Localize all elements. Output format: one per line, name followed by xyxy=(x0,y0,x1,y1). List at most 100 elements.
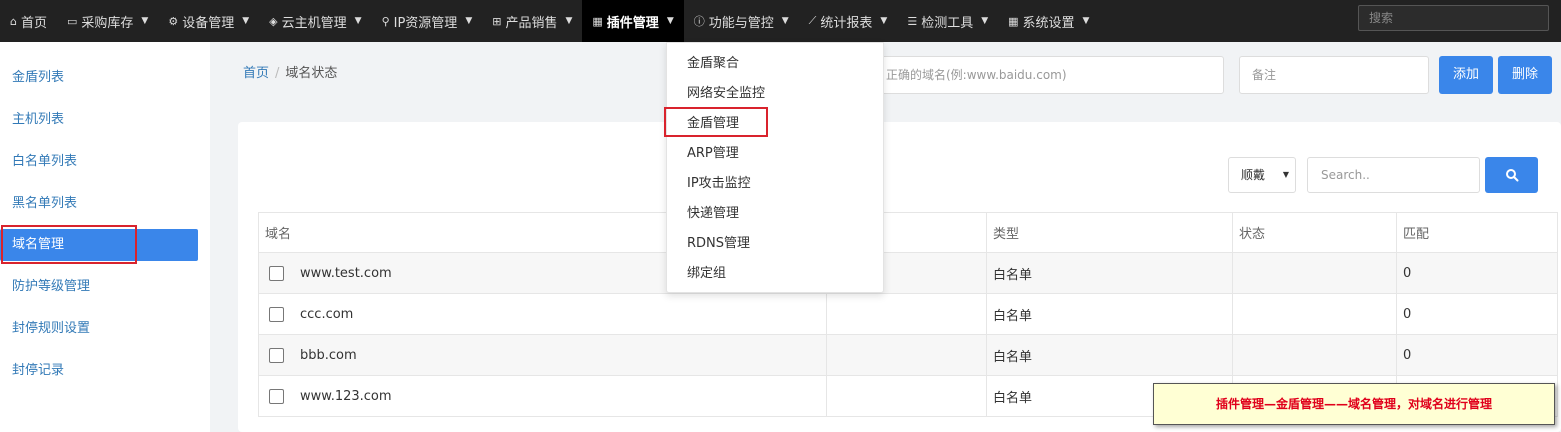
domain-cell: www.123.com xyxy=(258,375,827,417)
sidebar-item-jindun-list[interactable]: 金盾列表 xyxy=(0,62,198,94)
caret-down-icon: ▼ xyxy=(1282,170,1289,179)
domain-cell: ccc.com xyxy=(258,293,827,335)
plugin-management-dropdown: 金盾聚合 网络安全监控 金盾管理 ARP管理 IP攻击监控 快递管理 RDNS管… xyxy=(664,42,884,293)
chevron-down-icon: ▼ xyxy=(565,16,573,26)
nav-cloud-host-management[interactable]: ◈ 云主机管理 ▼ xyxy=(259,0,371,42)
row-checkbox[interactable] xyxy=(269,306,284,322)
row-checkbox[interactable] xyxy=(269,265,284,281)
chevron-down-icon: ▼ xyxy=(666,16,674,26)
nav-label: 设备管理 xyxy=(182,15,235,31)
status-cell xyxy=(1232,252,1397,294)
domain-text: bbb.com xyxy=(300,347,357,363)
nav-system-settings[interactable]: ▦ 系统设置 ▼ xyxy=(998,0,1099,42)
domain-text: www.test.com xyxy=(300,265,392,281)
sidebar: 金盾列表 主机列表 白名单列表 黑名单列表 域名管理 防护等级管理 封停规则设置… xyxy=(0,42,210,432)
nav-function-control[interactable]: ⓘ 功能与管控 ▼ xyxy=(684,0,799,42)
nav-label: 云主机管理 xyxy=(281,15,347,31)
map-marker-icon: ⚲ xyxy=(381,14,390,28)
column-header-type[interactable]: 类型 xyxy=(986,212,1233,253)
breadcrumb-current: 域名状态 xyxy=(285,66,338,81)
search-icon xyxy=(1505,169,1518,182)
sort-select[interactable]: 顺戴 ▼ xyxy=(1228,157,1296,193)
table-search-button[interactable] xyxy=(1485,157,1538,193)
nav-device-management[interactable]: ⚙ 设备管理 ▼ xyxy=(158,0,259,42)
nav-label: 系统设置 xyxy=(1022,15,1075,31)
status-cell xyxy=(1232,293,1397,335)
nav-label: 功能与管控 xyxy=(708,15,774,31)
row-checkbox[interactable] xyxy=(269,388,284,404)
match-cell: 0 xyxy=(1396,252,1558,294)
nav-label: 首页 xyxy=(20,15,47,31)
menu-item-jindun-aggregation[interactable]: 金盾聚合 xyxy=(687,52,739,76)
status-cell xyxy=(1232,334,1397,376)
row-checkbox[interactable] xyxy=(269,347,284,363)
blank-cell xyxy=(826,293,987,335)
domain-input-placeholder: 正确的域名(例:www.baidu.com) xyxy=(886,68,1067,82)
table-search-input[interactable]: Search.. xyxy=(1307,157,1480,193)
menu-item-ip-attack-monitor[interactable]: IP攻击监控 xyxy=(687,172,751,196)
blank-cell xyxy=(826,375,987,417)
remark-input[interactable]: 备注 xyxy=(1239,56,1429,94)
type-cell: 白名单 xyxy=(986,334,1233,376)
nav-search-input[interactable]: 搜索 xyxy=(1358,5,1549,31)
breadcrumb-separator: / xyxy=(275,66,280,81)
nav-label: 插件管理 xyxy=(606,15,659,31)
sidebar-item-blacklist[interactable]: 黑名单列表 xyxy=(0,188,198,220)
breadcrumb-home[interactable]: 首页 xyxy=(243,66,269,81)
menu-item-arp-management[interactable]: ARP管理 xyxy=(687,142,739,166)
nav-product-sales[interactable]: ⊞ 产品销售 ▼ xyxy=(482,0,582,42)
menu-item-bind-group[interactable]: 绑定组 xyxy=(687,262,726,286)
match-cell: 0 xyxy=(1396,334,1558,376)
list-icon: ☰ xyxy=(907,14,918,28)
line-chart-icon: ⟋ xyxy=(808,14,817,27)
hdd-icon: ▭ xyxy=(67,14,78,28)
menu-item-rdns-management[interactable]: RDNS管理 xyxy=(687,232,750,256)
column-header-status[interactable]: 状态 xyxy=(1232,212,1397,253)
nav-label: 统计报表 xyxy=(820,15,873,31)
nav-label: 采购库存 xyxy=(81,15,134,31)
sidebar-item-whitelist[interactable]: 白名单列表 xyxy=(0,146,198,178)
cog-icon: ⚙ xyxy=(168,14,179,28)
table-row: bbb.com 白名单 0 xyxy=(258,334,1558,376)
nav-ip-resource-management[interactable]: ⚲ IP资源管理 ▼ xyxy=(372,0,483,42)
chevron-down-icon: ▼ xyxy=(465,16,473,26)
chevron-down-icon: ▼ xyxy=(242,16,250,26)
highlight-box xyxy=(664,107,768,137)
chevron-down-icon: ▼ xyxy=(880,16,888,26)
chevron-down-icon: ▼ xyxy=(141,16,149,26)
add-button[interactable]: 添加 xyxy=(1439,56,1493,94)
menu-item-network-security-monitor[interactable]: 网络安全监控 xyxy=(687,82,765,106)
nav-plugin-management[interactable]: ▦ 插件管理 ▼ xyxy=(582,0,684,42)
type-cell: 白名单 xyxy=(986,252,1233,294)
table-header-row: 域名 类型 状态 匹配 xyxy=(258,212,1558,253)
nav-label: 检测工具 xyxy=(921,15,974,31)
nav-detection-tools[interactable]: ☰ 检测工具 ▼ xyxy=(897,0,998,42)
sidebar-item-host-list[interactable]: 主机列表 xyxy=(0,104,198,136)
type-cell: 白名单 xyxy=(986,293,1233,335)
domain-cell: bbb.com xyxy=(258,334,827,376)
delete-button[interactable]: 删除 xyxy=(1498,56,1552,94)
table-row: www.test.com 白名单 0 xyxy=(258,252,1558,294)
nav-purchase-inventory[interactable]: ▭ 采购库存 ▼ xyxy=(57,0,158,42)
sidebar-item-protection-level[interactable]: 防护等级管理 xyxy=(0,271,198,303)
cube-icon: ◈ xyxy=(269,14,278,28)
shopping-cart-icon: ⊞ xyxy=(492,14,502,28)
menu-item-express-management[interactable]: 快递管理 xyxy=(687,202,739,226)
info-circle-icon: ⓘ xyxy=(693,15,705,28)
highlight-box xyxy=(1,225,137,264)
home-icon: ⌂ xyxy=(10,14,17,28)
th-large-icon: ▦ xyxy=(1008,14,1019,28)
chevron-down-icon: ▼ xyxy=(354,16,362,26)
column-header-match[interactable]: 匹配 xyxy=(1396,212,1558,253)
nav-statistics-reports[interactable]: ⟋ 统计报表 ▼ xyxy=(799,0,898,42)
breadcrumb: 首页 / 域名状态 xyxy=(243,62,337,81)
th-icon: ▦ xyxy=(592,14,603,28)
nav-home[interactable]: ⌂ 首页 xyxy=(0,0,57,42)
domain-text: www.123.com xyxy=(300,388,392,404)
chevron-down-icon: ▼ xyxy=(781,16,789,26)
domain-input[interactable]: 正确的域名(例:www.baidu.com) xyxy=(860,56,1224,94)
nav-label: IP资源管理 xyxy=(393,15,458,31)
sort-select-value: 顺戴 xyxy=(1241,168,1266,182)
sidebar-item-ban-rules[interactable]: 封停规则设置 xyxy=(0,313,198,345)
sidebar-item-ban-records[interactable]: 封停记录 xyxy=(0,355,198,387)
